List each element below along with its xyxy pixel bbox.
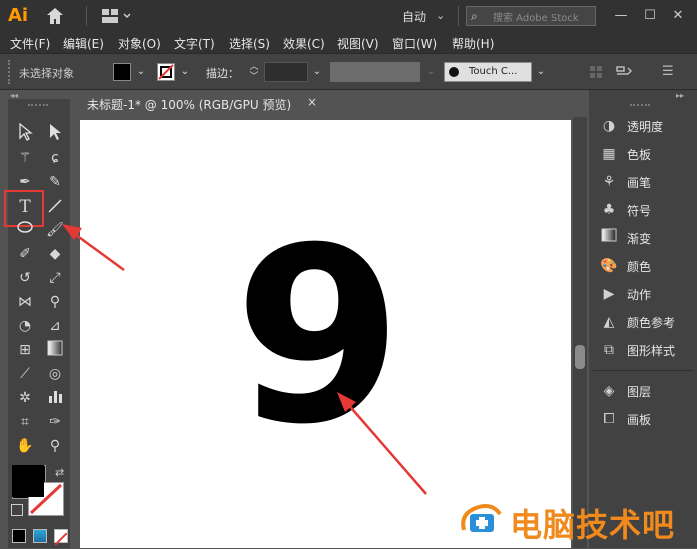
panel-gradient[interactable]: 渐变 [597,226,693,250]
panel-swatches[interactable]: ▦ 色板 [597,142,693,166]
watermark-logo-icon [461,504,502,532]
panel-brushes[interactable]: ⚘ 画笔 [597,170,693,194]
graphic-styles-icon: ⧉ [604,342,614,358]
color-icon: 🎨 [600,258,618,274]
panel-transparency[interactable]: ◑ 透明度 [597,114,693,138]
expand-panels-icon[interactable]: ▸▸ [676,91,684,100]
panel-symbols[interactable]: ♣ 符号 [597,198,693,222]
symbols-icon: ♣ [602,202,616,218]
panel-artboards[interactable]: ⧠ 画板 [597,407,693,431]
layers-icon: ◈ [603,383,615,399]
panel-color-guide[interactable]: ◭ 颜色参考 [597,310,693,334]
vertical-scrollbar[interactable] [573,117,587,548]
panel-divider [593,370,693,371]
panel-layers[interactable]: ◈ 图层 [597,379,693,403]
transparency-icon: ◑ [602,118,616,134]
gradient-icon [599,228,619,248]
watermark: 电脑技术吧 [458,498,697,544]
scrollbar-thumb[interactable] [575,345,585,369]
watermark-text: 电脑技术吧 [510,506,676,544]
panel-actions[interactable]: ▶ 动作 [597,282,693,306]
artboards-icon: ⧠ [603,411,615,427]
panel-graphic-styles[interactable]: ⧉ 图形样式 [597,338,693,362]
panels-grip[interactable] [630,104,650,109]
panel-color[interactable]: 🎨 颜色 [597,254,693,278]
brushes-icon: ⚘ [602,174,616,190]
color-guide-icon: ◭ [603,314,615,330]
swatches-icon: ▦ [602,146,616,162]
actions-icon: ▶ [603,286,615,302]
